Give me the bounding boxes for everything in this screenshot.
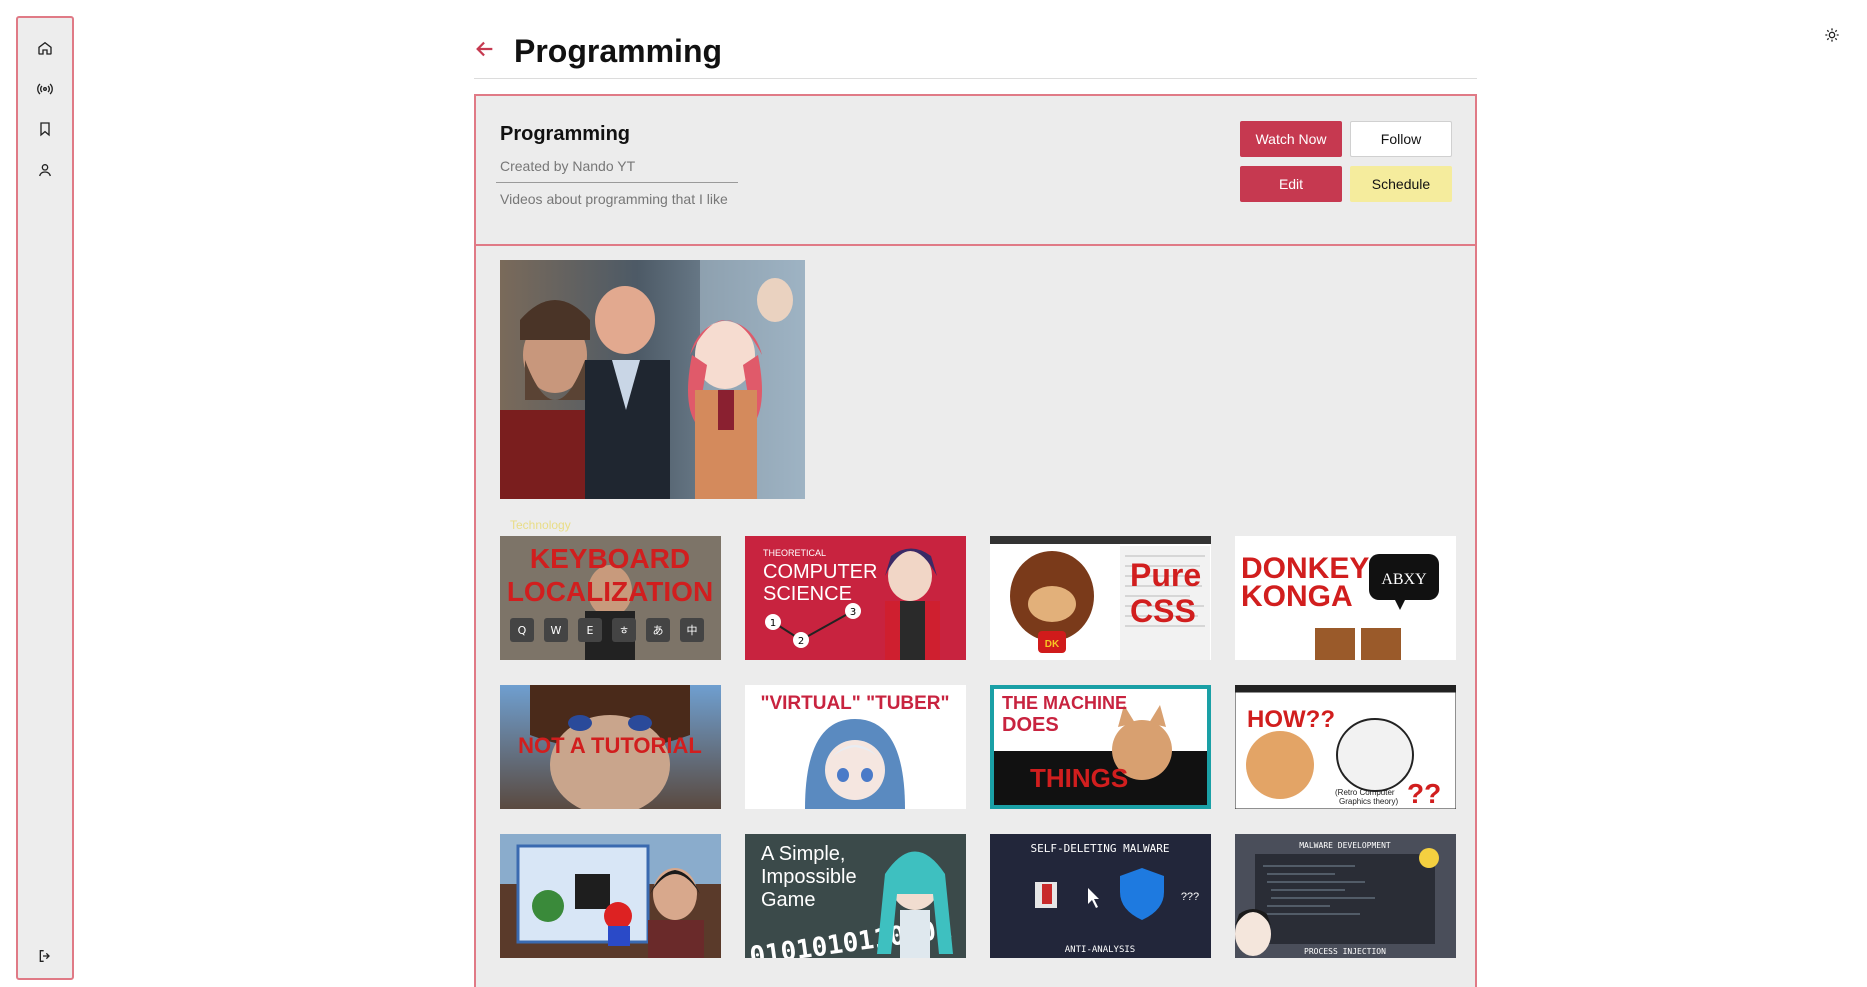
bookmark-icon[interactable]	[35, 119, 55, 139]
logout-icon[interactable]	[35, 946, 55, 966]
playlist-creator: Created by Nando YT	[500, 158, 636, 174]
svg-text:"VIRTUAL" "TUBER": "VIRTUAL" "TUBER"	[760, 693, 949, 714]
follow-button[interactable]: Follow	[1350, 121, 1452, 157]
playlist-card: Programming Created by Nando YT Videos a…	[474, 94, 1477, 987]
svg-text:W: W	[551, 624, 562, 637]
thumb-title-line1: KEYBOARD	[530, 543, 690, 574]
svg-text:Game: Game	[761, 889, 815, 911]
svg-text:SELF-DELETING MALWARE: SELF-DELETING MALWARE	[1030, 842, 1169, 855]
svg-text:ABXY: ABXY	[1381, 571, 1427, 588]
video-thumbnail[interactable]: THEORETICAL COMPUTER SCIENCE 1 2 3	[745, 536, 966, 660]
svg-text:Impossible: Impossible	[761, 866, 857, 888]
svg-text:A Simple,: A Simple,	[761, 843, 845, 865]
user-icon[interactable]	[35, 160, 55, 180]
svg-text:KONGA: KONGA	[1241, 580, 1353, 613]
svg-text:???: ???	[1181, 891, 1199, 903]
svg-text:Q: Q	[518, 624, 527, 637]
svg-text:DOES: DOES	[1002, 714, 1059, 736]
svg-text:中: 中	[687, 624, 698, 637]
video-thumbnail[interactable]: HOW?? ?? (Retro Computer Graphics theory…	[1235, 685, 1456, 809]
svg-text:PROCESS INJECTION: PROCESS INJECTION	[1304, 947, 1386, 956]
svg-text:ANTI-ANALYSIS: ANTI-ANALYSIS	[1065, 945, 1135, 955]
svg-text:3: 3	[850, 607, 856, 618]
svg-text:HOW??: HOW??	[1247, 706, 1335, 733]
svg-text:ㅎ: ㅎ	[619, 624, 629, 637]
video-thumbnail[interactable]: MALWARE DEVELOPMENT PROCESS INJECTION	[1235, 834, 1456, 958]
svg-text:あ: あ	[653, 624, 664, 637]
video-thumbnail[interactable]	[500, 834, 721, 958]
svg-text:DK: DK	[1045, 639, 1060, 650]
page-title: Programming	[514, 33, 723, 69]
svg-text:THINGS: THINGS	[1030, 763, 1128, 793]
sun-icon[interactable]	[1822, 25, 1842, 45]
svg-text:2: 2	[798, 636, 804, 647]
playlist-cover-image	[500, 260, 805, 499]
video-thumbnail[interactable]: DONKEY KONGA ABXY	[1235, 536, 1456, 660]
svg-text:Graphics theory): Graphics theory)	[1339, 797, 1398, 806]
svg-text:(Retro Computer: (Retro Computer	[1335, 788, 1395, 797]
svg-text:COMPUTER: COMPUTER	[763, 561, 877, 583]
svg-text:THE MACHINE: THE MACHINE	[1002, 693, 1127, 713]
watch-now-button[interactable]: Watch Now	[1240, 121, 1342, 157]
edit-button[interactable]: Edit	[1240, 166, 1342, 202]
svg-text:NOT A TUTORIAL: NOT A TUTORIAL	[518, 733, 702, 758]
thumb-title-line2: LOCALIZATION	[507, 576, 713, 607]
page-header: Programming	[474, 28, 1477, 79]
svg-text:THEORETICAL: THEORETICAL	[763, 548, 826, 558]
video-thumbnail[interactable]: SELF-DELETING MALWARE ??? ANTI-ANALYSIS	[990, 834, 1211, 958]
video-thumbnail[interactable]: THE MACHINE DOES THINGS	[990, 685, 1211, 809]
divider	[496, 182, 738, 183]
svg-text:CSS: CSS	[1130, 593, 1196, 629]
video-thumbnail[interactable]: KEYBOARD LOCALIZATION Q W E ㅎ あ 中	[500, 536, 721, 660]
video-thumbnail[interactable]: A Simple, Impossible Game 0101010110101	[745, 834, 966, 958]
svg-text:??: ??	[1407, 778, 1441, 809]
svg-text:1: 1	[770, 618, 776, 629]
back-arrow-icon[interactable]	[474, 38, 496, 60]
playlist-info: Programming Created by Nando YT Videos a…	[476, 96, 1475, 246]
video-thumbnail[interactable]: "VIRTUAL" "TUBER"	[745, 685, 966, 809]
home-icon[interactable]	[35, 38, 55, 58]
schedule-button[interactable]: Schedule	[1350, 166, 1452, 202]
svg-text:E: E	[587, 624, 594, 637]
playlist-name: Programming	[500, 123, 631, 145]
sidebar	[16, 16, 74, 980]
svg-text:SCIENCE: SCIENCE	[763, 583, 852, 605]
video-thumbnail[interactable]: DK Pure CSS	[990, 536, 1211, 660]
svg-text:MALWARE DEVELOPMENT: MALWARE DEVELOPMENT	[1299, 841, 1391, 850]
playlist-tag[interactable]: Technology	[510, 518, 571, 532]
playlist-description: Videos about programming that I like	[500, 191, 728, 207]
video-thumbnail[interactable]: NOT A TUTORIAL	[500, 685, 721, 809]
broadcast-icon[interactable]	[35, 79, 55, 99]
svg-text:Pure: Pure	[1130, 557, 1201, 593]
